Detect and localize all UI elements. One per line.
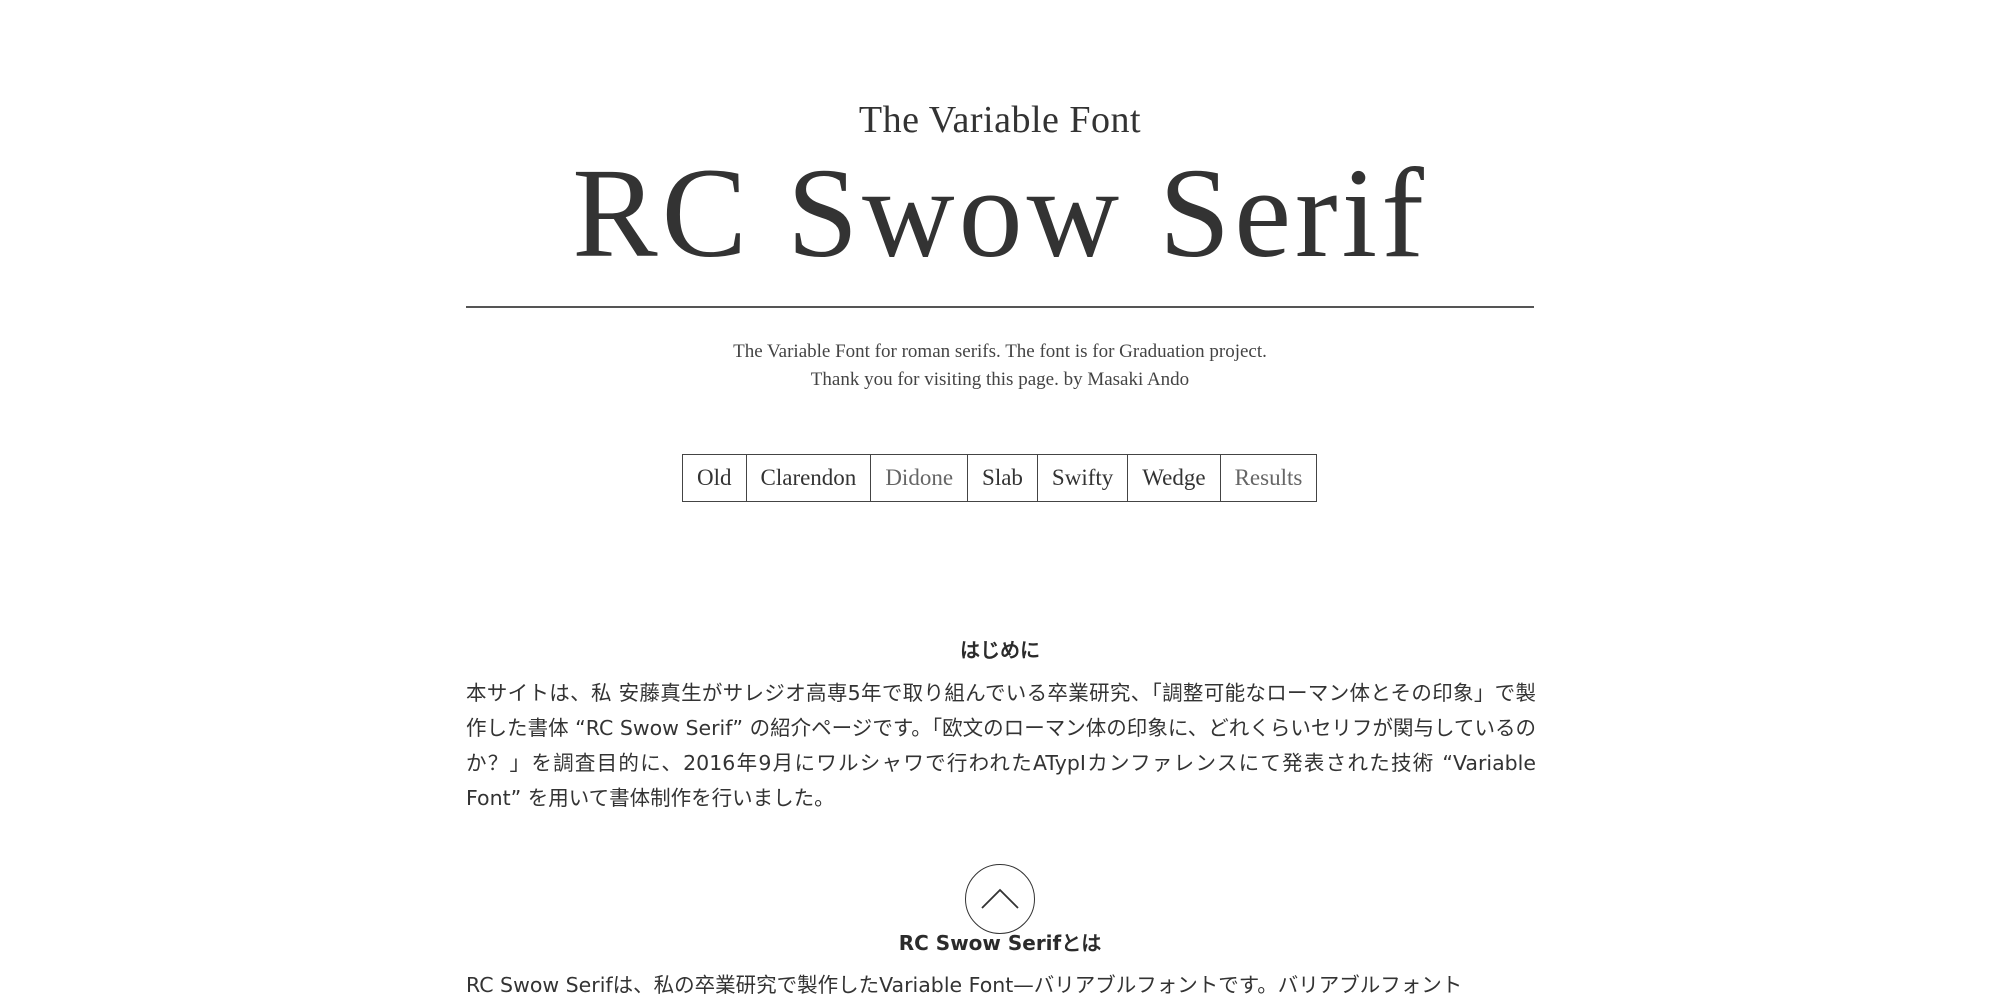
chevron-up-icon <box>981 888 1019 909</box>
page: The Variable Font RC Swow Serif The Vari… <box>0 0 2000 1000</box>
site-header: The Variable Font RC Swow Serif <box>466 99 1534 284</box>
nav-item-results[interactable]: Results <box>1220 455 1317 501</box>
nav-item-wedge[interactable]: Wedge <box>1128 455 1221 501</box>
description-line-2: Thank you for visiting this page. by Mas… <box>810 369 1190 390</box>
back-to-top-button[interactable] <box>965 864 1035 934</box>
nav-item-old[interactable]: Old <box>683 455 747 501</box>
about-body: RC Swow Serifは、私の卒業研究で製作したVariable Font—… <box>466 973 1463 997</box>
nav-item-slab[interactable]: Slab <box>968 455 1038 501</box>
nav-item-didone[interactable]: Didone <box>871 455 969 501</box>
site-subtitle: The Variable Font <box>858 99 1142 141</box>
site-description: The Variable Font for roman serifs. The … <box>466 338 1534 394</box>
header-divider <box>466 306 1534 308</box>
style-nav: Old Clarendon Didone Slab Swifty Wedge R… <box>682 454 1318 502</box>
intro-heading: はじめに <box>960 638 1040 662</box>
site-title: RC Swow Serif <box>572 141 1428 284</box>
nav-item-swifty[interactable]: Swifty <box>1037 455 1129 501</box>
intro-body: 本サイトは、私 安藤真生がサレジオ高専5年で取り組んでいる卒業研究、「調整可能な… <box>466 681 1536 810</box>
nav-item-clarendon[interactable]: Clarendon <box>746 455 872 501</box>
description-line-1: The Variable Font for roman serifs. The … <box>733 341 1267 362</box>
